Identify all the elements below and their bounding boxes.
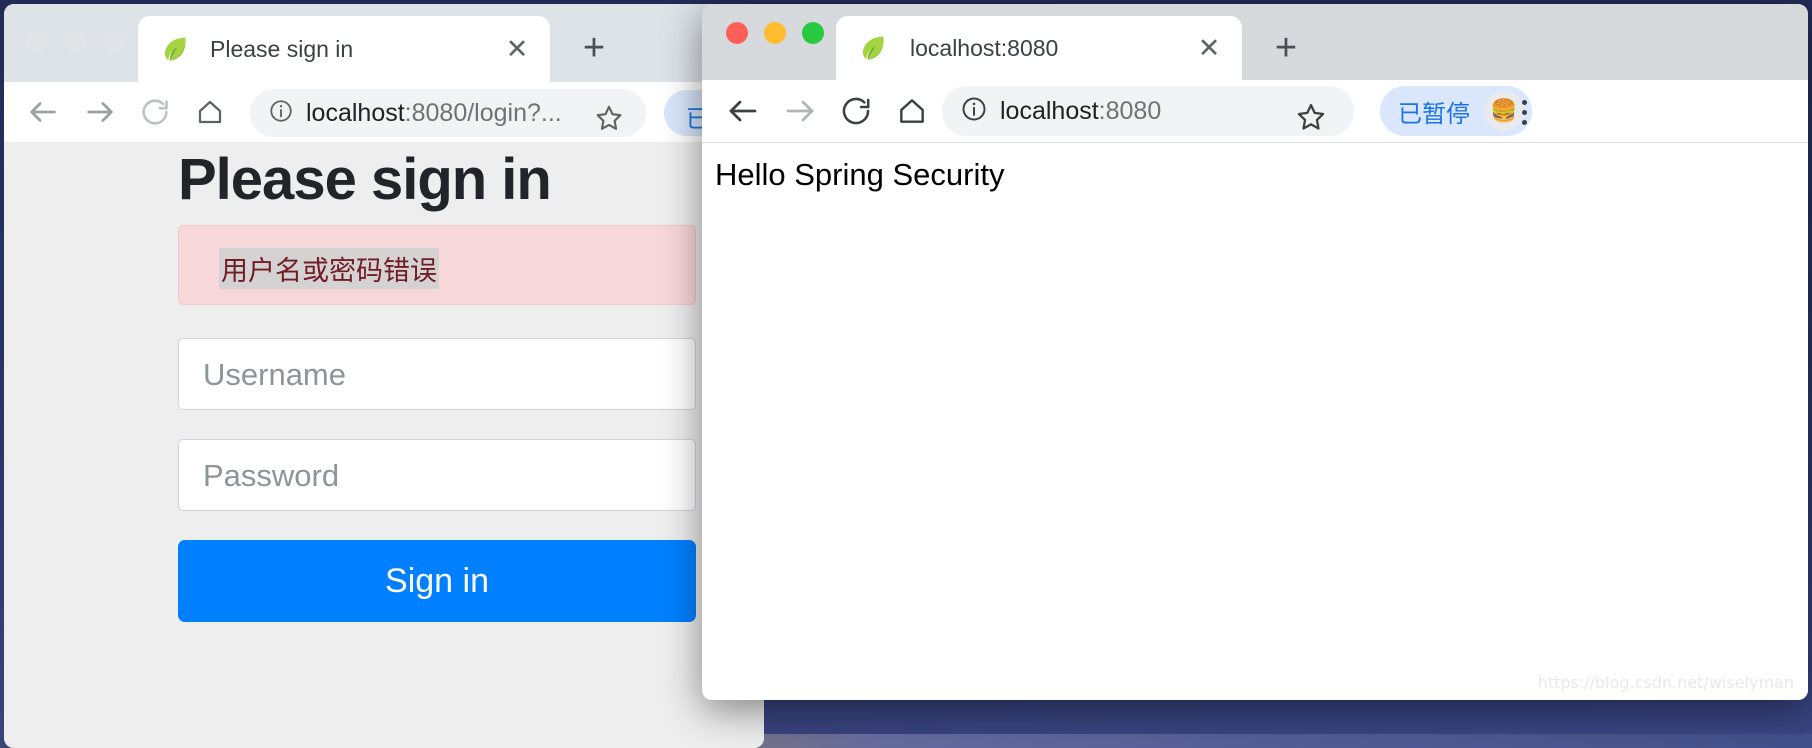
maximize-window-button[interactable] <box>102 30 124 52</box>
pause-label: 已暂停 <box>1398 99 1470 128</box>
page-content-hello: Hello Spring Security https://blog.csdn.… <box>702 142 1808 700</box>
page-content-login: Please sign in 用户名或密码错误 Username Passwor… <box>4 142 764 748</box>
maximize-window-button[interactable] <box>802 22 824 44</box>
forward-arrow-icon[interactable] <box>777 88 823 134</box>
username-input[interactable]: Username <box>178 338 696 410</box>
tab-title: Please sign in <box>210 35 354 62</box>
browser-window-hello[interactable]: localhost:8080 ✕ + localhost:8080 已暂停 🍔 … <box>702 4 1808 700</box>
tab-localhost-8080[interactable]: localhost:8080 ✕ <box>836 16 1242 80</box>
pause-status-pill[interactable]: 已暂停 🍔 <box>1380 86 1532 136</box>
password-input[interactable]: Password <box>178 439 696 511</box>
browser-window-login[interactable]: Please sign in ✕ + localhost:8080/login?… <box>4 4 764 748</box>
username-placeholder: Username <box>203 357 346 392</box>
spring-leaf-icon <box>858 33 888 63</box>
watermark: https://blog.csdn.net/wiselyman <box>1537 673 1794 692</box>
back-arrow-icon[interactable] <box>720 88 766 134</box>
new-tab-button[interactable]: + <box>572 26 616 70</box>
close-window-button[interactable] <box>726 22 748 44</box>
bookmark-star-icon[interactable] <box>593 102 625 139</box>
back-arrow-icon[interactable] <box>20 89 66 135</box>
new-tab-button[interactable]: + <box>1264 26 1308 70</box>
spring-leaf-icon <box>160 34 190 64</box>
tab-title: localhost:8080 <box>910 34 1059 61</box>
minimize-window-button[interactable] <box>64 30 86 52</box>
close-icon[interactable]: ✕ <box>500 32 534 66</box>
site-info-icon[interactable] <box>960 95 988 128</box>
reload-icon[interactable] <box>132 89 178 135</box>
sign-in-button[interactable]: Sign in <box>178 540 696 622</box>
bookmark-star-icon[interactable] <box>1294 100 1328 139</box>
tab-strip-right: localhost:8080 ✕ + <box>702 4 1808 80</box>
password-placeholder: Password <box>203 458 340 493</box>
window-controls-left[interactable] <box>26 30 124 52</box>
page-title: Please sign in <box>178 147 552 212</box>
minimize-window-button[interactable] <box>764 22 786 44</box>
forward-arrow-icon[interactable] <box>77 89 123 135</box>
home-icon[interactable] <box>187 89 233 135</box>
home-icon[interactable] <box>889 88 935 134</box>
sign-in-label: Sign in <box>385 561 489 600</box>
address-bar[interactable]: localhost:8080 <box>942 86 1354 136</box>
tab-strip-left: Please sign in ✕ + <box>4 4 764 82</box>
error-alert-text: 用户名或密码错误 <box>219 248 439 289</box>
reload-icon[interactable] <box>833 88 879 134</box>
tab-please-sign-in[interactable]: Please sign in ✕ <box>138 16 550 82</box>
toolbar-right: localhost:8080 已暂停 🍔 <box>702 80 1808 142</box>
close-icon[interactable]: ✕ <box>1192 31 1226 65</box>
site-info-icon[interactable] <box>268 98 294 129</box>
address-bar[interactable]: localhost:8080/login?... <box>250 89 646 137</box>
toolbar-left: localhost:8080/login?... 已暂 <box>4 82 764 142</box>
kebab-menu-icon[interactable] <box>1522 100 1527 125</box>
hello-text: Hello Spring Security <box>715 157 1005 192</box>
window-controls-right[interactable] <box>726 22 824 44</box>
error-alert: 用户名或密码错误 <box>178 225 696 305</box>
avatar[interactable]: 🍔 <box>1484 91 1524 131</box>
close-window-button[interactable] <box>26 30 48 52</box>
